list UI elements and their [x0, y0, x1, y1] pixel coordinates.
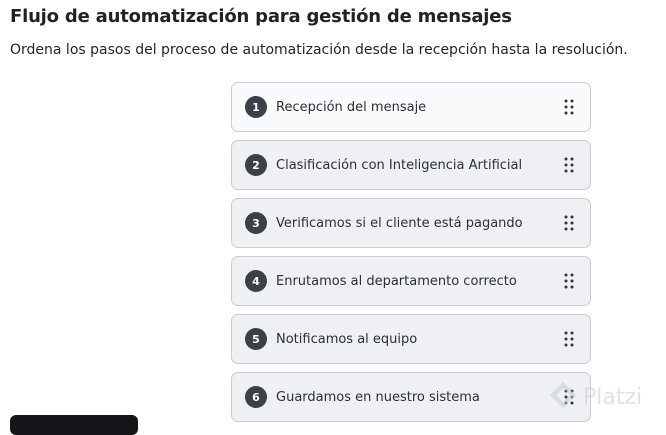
step-number-badge: 3: [245, 212, 267, 234]
step-number-badge: 5: [245, 328, 267, 350]
step-item-2[interactable]: 2 Clasificación con Inteligencia Artific…: [231, 140, 591, 190]
step-label: Guardamos en nuestro sistema: [276, 389, 480, 405]
drag-handle-icon[interactable]: [564, 157, 574, 173]
drag-handle-icon[interactable]: [564, 273, 574, 289]
platzi-watermark: Platzi: [548, 380, 642, 414]
step-item-4[interactable]: 4 Enrutamos al departamento correcto: [231, 256, 591, 306]
step-label: Notificamos al equipo: [276, 331, 418, 347]
step-label: Clasificación con Inteligencia Artificia…: [276, 157, 523, 173]
step-label: Enrutamos al departamento correcto: [276, 273, 517, 289]
step-item-6[interactable]: 6 Guardamos en nuestro sistema: [231, 372, 591, 422]
step-item-3[interactable]: 3 Verificamos si el cliente está pagando: [231, 198, 591, 248]
watermark-text: Platzi: [583, 384, 643, 410]
platzi-logo-icon: [548, 380, 578, 414]
step-number-badge: 2: [245, 154, 267, 176]
step-label: Recepción del mensaje: [276, 99, 427, 115]
step-item-1[interactable]: 1 Recepción del mensaje: [231, 82, 591, 132]
step-number-badge: 1: [245, 96, 267, 118]
sortable-step-list: 1 Recepción del mensaje 2 Clasificación …: [231, 82, 591, 430]
step-number-badge: 4: [245, 270, 267, 292]
step-number-badge: 6: [245, 386, 267, 408]
drag-handle-icon[interactable]: [564, 99, 574, 115]
page-title: Flujo de automatización para gestión de …: [10, 6, 512, 27]
drag-handle-icon[interactable]: [564, 331, 574, 347]
step-item-5[interactable]: 5 Notificamos al equipo: [231, 314, 591, 364]
step-label: Verificamos si el cliente está pagando: [276, 215, 523, 231]
instructions-text: Ordena los pasos del proceso de automati…: [10, 42, 628, 58]
drag-handle-icon[interactable]: [564, 215, 574, 231]
submit-button[interactable]: [10, 415, 138, 435]
